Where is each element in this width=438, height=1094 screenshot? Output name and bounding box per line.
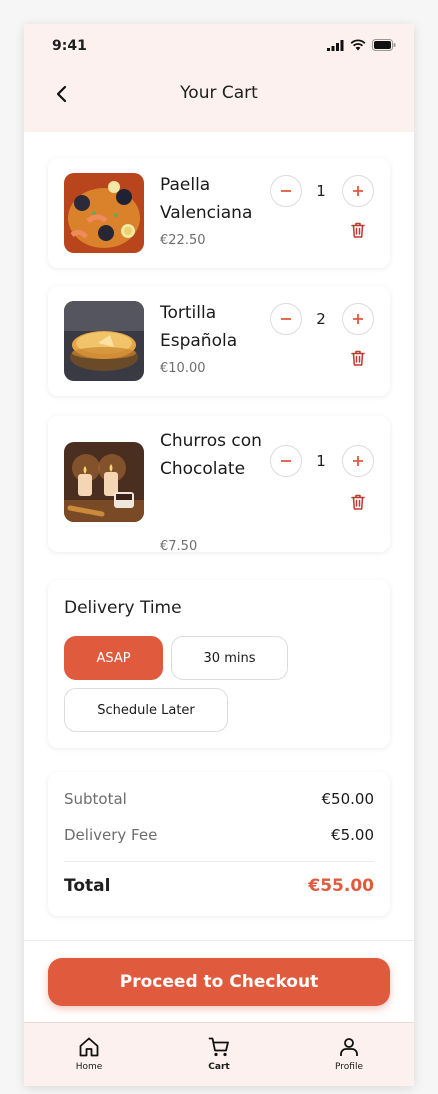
home-icon (79, 1037, 99, 1057)
profile-icon (340, 1038, 358, 1056)
delivery-fee-value: €5.00 (331, 826, 374, 844)
cart-item: Paella Valenciana €22.50 1 (48, 158, 390, 268)
tab-cart[interactable]: Cart (179, 1035, 259, 1072)
status-icons (327, 39, 396, 51)
trash-icon[interactable] (349, 221, 367, 239)
trash-icon[interactable] (349, 493, 367, 511)
increase-quantity-button[interactable] (342, 445, 374, 477)
item-name: Tortilla Española (160, 303, 238, 351)
tortilla-image (64, 301, 144, 381)
tab-home[interactable]: Home (49, 1035, 129, 1072)
delivery-time-card: Delivery Time ASAP 30 mins Schedule Late… (48, 580, 390, 748)
delivery-fee-label: Delivery Fee (64, 826, 158, 844)
battery-icon (372, 39, 396, 51)
decrease-quantity-button[interactable] (270, 445, 302, 477)
increase-quantity-button[interactable] (342, 175, 374, 207)
tab-profile-label: Profile (335, 1062, 363, 1072)
plus-icon (353, 314, 363, 324)
header: 9:41 Your Cart (24, 24, 414, 132)
paella-image (64, 173, 144, 253)
tab-home-label: Home (75, 1062, 103, 1072)
item-name: Churros con Chocolate (160, 431, 262, 479)
subtotal-label: Subtotal (64, 790, 127, 808)
minus-icon (281, 318, 291, 320)
quantity-value: 1 (316, 182, 326, 200)
delivery-option-30-mins[interactable]: 30 mins (171, 636, 288, 680)
delivery-option-asap[interactable]: ASAP (64, 636, 163, 680)
proceed-to-checkout-button[interactable]: Proceed to Checkout (48, 958, 390, 1006)
decrease-quantity-button[interactable] (270, 175, 302, 207)
signal-icon (327, 39, 344, 51)
status-time: 9:41 (52, 38, 87, 54)
cart-item: Churros con Chocolate €7.50 1 (48, 416, 390, 554)
tab-bar: Home Cart Profile (24, 1022, 414, 1086)
minus-icon (281, 460, 291, 462)
tab-cart-label: Cart (208, 1062, 230, 1072)
delivery-time-title: Delivery Time (64, 598, 182, 618)
delivery-option-schedule-later[interactable]: Schedule Later (64, 688, 228, 732)
tab-profile[interactable]: Profile (309, 1035, 389, 1072)
item-name: Paella Valenciana (160, 175, 253, 223)
cart-item: Tortilla Española €10.00 2 (48, 286, 390, 396)
increase-quantity-button[interactable] (342, 303, 374, 335)
item-price: €7.50 (160, 539, 198, 554)
plus-icon (353, 456, 363, 466)
trash-icon[interactable] (349, 349, 367, 367)
summary-divider (64, 861, 374, 862)
phone-screen: 9:41 Your Cart Paella Valenciana €22.50 … (24, 24, 414, 1086)
subtotal-value: €50.00 (321, 790, 375, 808)
quantity-value: 1 (316, 452, 326, 470)
plus-icon (353, 186, 363, 196)
quantity-value: 2 (316, 310, 326, 328)
wifi-icon (350, 39, 366, 51)
minus-icon (281, 190, 291, 192)
cart-icon (208, 1037, 229, 1057)
decrease-quantity-button[interactable] (270, 303, 302, 335)
item-price: €22.50 (160, 233, 206, 248)
total-value: €55.00 (308, 876, 374, 896)
item-price: €10.00 (160, 361, 206, 376)
page-title: Your Cart (180, 83, 258, 103)
churros-image (64, 442, 144, 522)
total-label: Total (64, 876, 111, 896)
order-summary-card: Subtotal €50.00 Delivery Fee €5.00 Total… (48, 772, 390, 916)
checkout-divider (24, 940, 414, 941)
